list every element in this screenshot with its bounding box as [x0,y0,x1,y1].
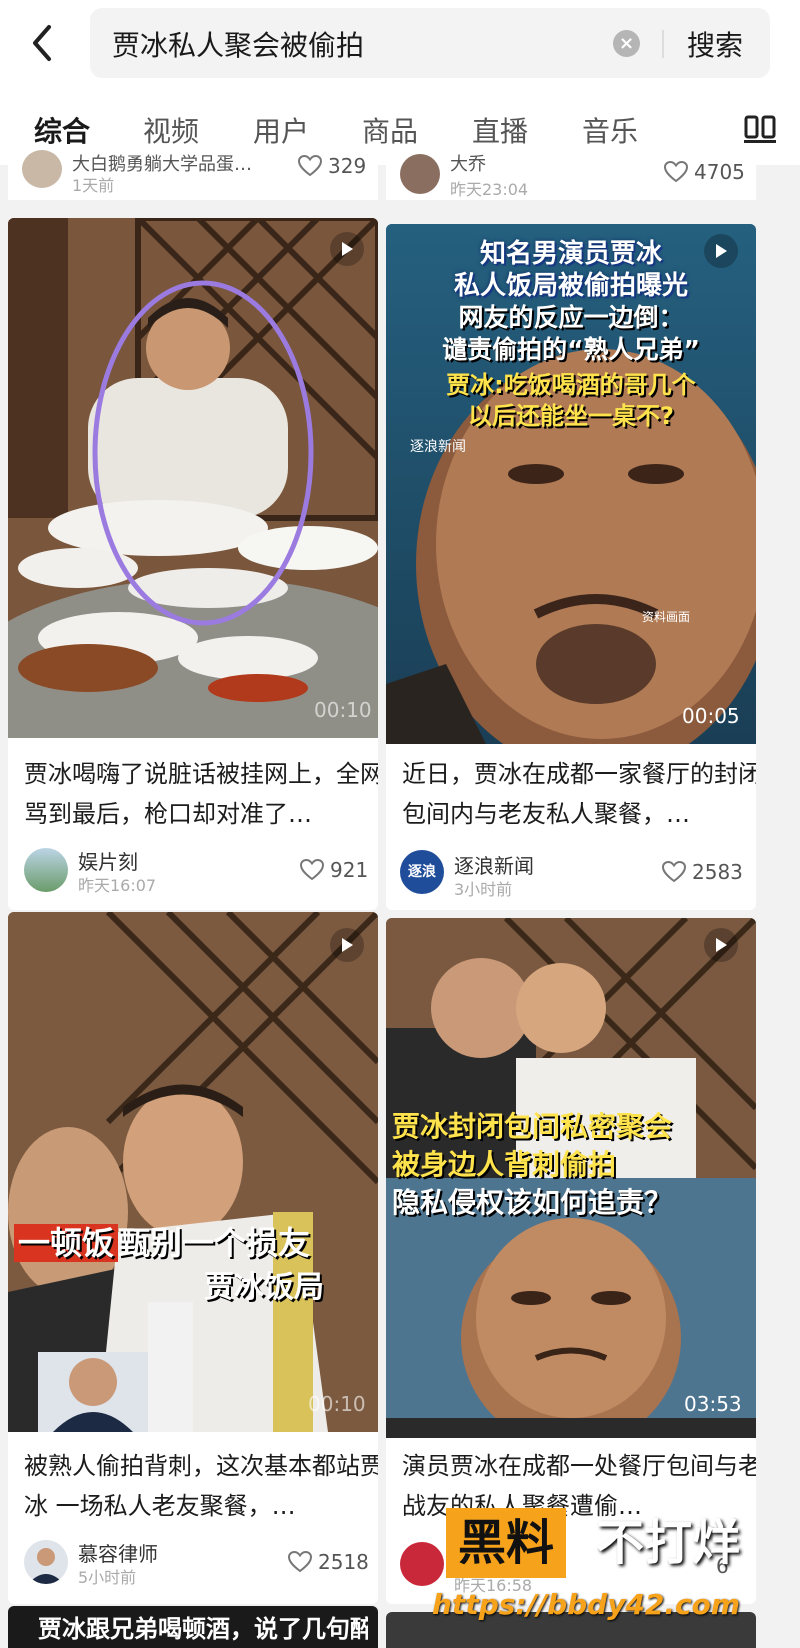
author-name: 慕容律师 [78,1542,158,1566]
watermark: 黑料 不打烊 https://bbdy42.com [432,1508,776,1648]
card-title: 贾冰喝嗨了说脏话被挂网上，全网骂到最后，枪口却对准了… [24,760,378,828]
source-note: 资料画面 [642,610,691,624]
avatar [22,150,62,188]
video-card-4[interactable]: 贾冰封闭包间私密聚会 被身边人背刺偷拍 隐私侵权该如何追责？ 03:53 演员贾… [386,918,756,1604]
video-card-2[interactable]: 知名男演员贾冰 私人饭局被偷拍曝光 网友的反应一边倒： 谴责偷拍的“熟人兄弟” … [386,224,756,910]
avatar [24,848,68,892]
overlay-caption: 贾冰封闭包间私密聚会 被身边人背刺偷拍 隐私侵权该如何追责？ [392,1108,672,1222]
overlay-line: 甄别一个损友 [118,1224,311,1262]
video-thumbnail[interactable]: 贾冰封闭包间私密聚会 被身边人背刺偷拍 隐私侵权该如何追责？ 03:53 [386,918,756,1438]
overlay-line: 隐私侵权该如何追责？ [392,1186,673,1219]
tab-user[interactable]: 用户 [253,110,309,150]
overlay-line: 贾冰:吃饭喝酒的哥几个 [446,371,696,399]
heart-icon [662,861,686,883]
overlay-caption-top: 知名男演员贾冰 私人饭局被偷拍曝光 [386,238,756,302]
video-card-1[interactable]: 00:10 贾冰喝嗨了说脏话被挂网上，全网骂到最后，枪口却对准了… 娱片刻 昨天… [8,218,378,910]
play-icon [330,928,364,962]
video-thumbnail[interactable]: 知名男演员贾冰 私人饭局被偷拍曝光 网友的反应一边倒： 谴责偷拍的“熟人兄弟” … [386,224,756,744]
search-query[interactable]: 贾冰私人聚会被偷拍 [112,24,364,64]
overlay-caption-quote: 贾冰:吃饭喝酒的哥几个 以后还能坐一桌不? [386,370,756,432]
source-badge: 逐浪新闻 [410,439,466,455]
chevron-left-icon [33,25,51,61]
video-card-3[interactable]: 一顿饭 甄别一个损友 贾冰饭局 00:10 被熟人偷拍背刺，这次基本都站贾冰 一场… [8,912,378,1604]
like-count[interactable]: 329 [298,154,366,178]
overlay-caption-middle: 网友的反应一边倒： 谴责偷拍的“熟人兄弟” [386,302,756,366]
video-duration: 00:10 [314,698,372,722]
layout-toggle-icon[interactable] [742,114,778,144]
like-count-value: 921 [330,858,369,882]
heart-icon [664,161,688,183]
watermark-url: https://bbdy42.com [432,1588,741,1621]
author-name: 大乔 [450,154,486,175]
avatar [24,1540,68,1584]
tab-all[interactable]: 综合 [34,110,90,150]
video-duration: 00:05 [682,704,740,728]
heart-icon [288,1551,312,1573]
search-header: 贾冰私人聚会被偷拍 × 搜索 综合 视频 用户 商品 直播 音乐 [0,0,800,165]
like-count[interactable]: 4705 [664,160,745,184]
overlay-line: 私人饭局被偷拍曝光 [453,271,688,301]
tab-goods[interactable]: 商品 [362,110,418,150]
watermark-logo: 黑料 [446,1508,567,1578]
author-name: 逐浪新闻 [454,854,534,878]
post-time: 3小时前 [454,880,513,899]
like-count-value: 4705 [694,160,745,184]
video-thumbnail[interactable]: 一顿饭 甄别一个损友 贾冰饭局 00:10 [8,912,378,1432]
overlay-caption: 贾冰跟兄弟喝顿酒，说了几句醉话，被人录下来发… [38,1615,368,1643]
overlay-caption-line2: 贾冰饭局 [204,1270,324,1305]
overlay-line: 网友的反应一边倒： [458,303,684,332]
like-count[interactable]: 2518 [288,1550,369,1574]
search-input[interactable]: 贾冰私人聚会被偷拍 × 搜索 [90,8,770,78]
search-button[interactable]: 搜索 [687,24,743,64]
video-duration: 03:53 [684,1392,742,1416]
thumbnail-image [8,912,378,1432]
like-count[interactable]: 2583 [662,860,743,884]
overlay-caption-line1: 一顿饭 甄别一个损友 [14,1218,310,1264]
post-time: 昨天23:04 [450,180,529,199]
tab-music[interactable]: 音乐 [582,110,638,150]
play-icon [704,234,738,268]
avatar: 逐浪 [400,850,444,894]
back-button[interactable] [22,18,62,68]
post-time: 5小时前 [78,1568,137,1587]
overlay-line: 被身边人背刺偷拍 [392,1148,617,1181]
like-count-value: 2583 [692,860,743,884]
post-time: 昨天16:07 [78,876,157,895]
divider [662,30,664,58]
thumbnail-image [8,218,378,738]
tab-video[interactable]: 视频 [143,110,199,150]
play-icon [330,232,364,266]
tab-live[interactable]: 直播 [472,110,528,150]
overlay-line: 知名男演员贾冰 [479,239,662,269]
card-title: 被熟人偷拍背刺，这次基本都站贾冰 一场私人老友聚餐，… [24,1452,378,1520]
heart-icon [298,155,322,177]
card-partial-top-right[interactable]: 大乔 昨天23:04 4705 [386,150,756,200]
clear-icon[interactable]: × [613,30,640,57]
video-card-partial-bottom-left[interactable]: 贾冰跟兄弟喝顿酒，说了几句醉话，被人录下来发… [8,1606,378,1648]
like-count[interactable]: 921 [300,858,368,882]
card-title: 近日，贾冰在成都一家餐厅的封闭包间内与老友私人聚餐，… [402,760,756,828]
overlay-highlight: 一顿饭 [14,1224,119,1262]
overlay-line: 谴责偷拍的“熟人兄弟” [442,335,700,364]
overlay-line: 贾冰封闭包间私密聚会 [392,1110,673,1143]
video-duration: 00:10 [308,1392,366,1416]
post-time: 1天前 [72,176,115,195]
watermark-tagline: 不打烊 [596,1515,741,1571]
like-count-value: 2518 [318,1550,369,1574]
like-count-value: 329 [328,154,367,178]
overlay-line: 以后还能坐一桌不? [468,402,674,430]
author-name: 娱片刻 [78,850,138,874]
avatar [400,154,440,194]
heart-icon [300,859,324,881]
avatar [400,1542,444,1586]
card-partial-top-left[interactable]: 大白鹅勇躺大学品蛋… 1天前 329 [8,150,378,200]
play-icon [704,928,738,962]
video-thumbnail[interactable]: 00:10 [8,218,378,738]
